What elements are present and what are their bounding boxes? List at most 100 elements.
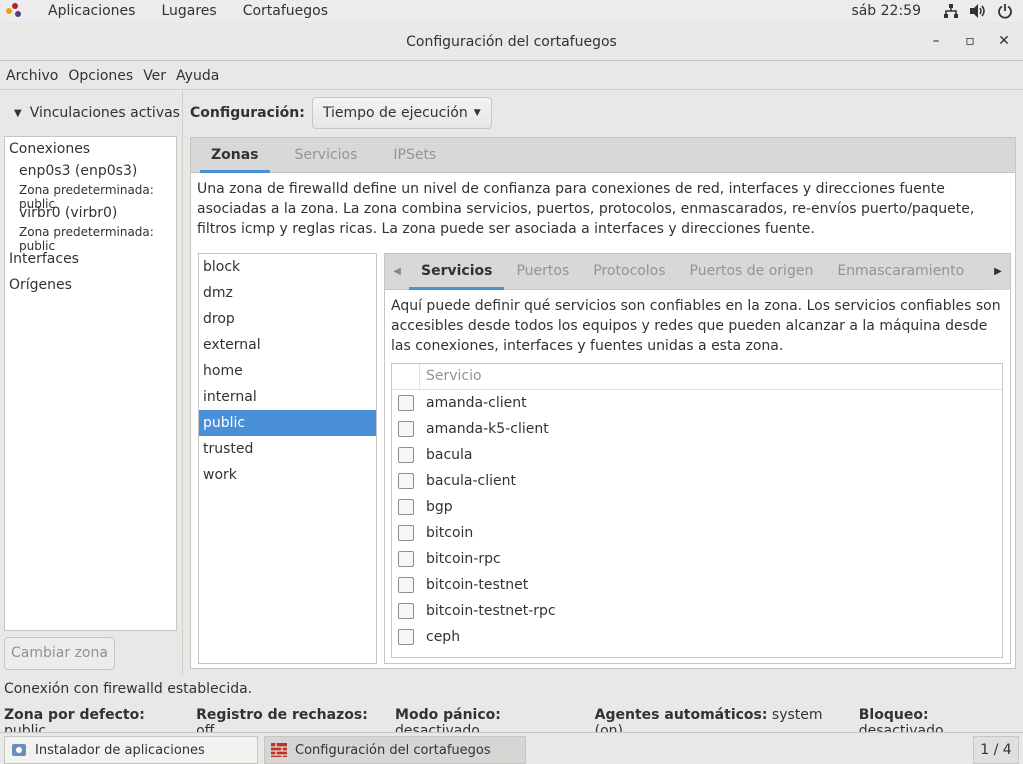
- service-row[interactable]: bitcoin-testnet: [392, 572, 1002, 598]
- interfaces-header[interactable]: Interfaces: [5, 247, 176, 273]
- helpers-label: Agentes automáticos:: [594, 707, 768, 723]
- lockdown-label: Bloqueo:: [858, 707, 929, 723]
- service-row[interactable]: bitcoin: [392, 520, 1002, 546]
- maximize-button[interactable]: ▫: [955, 22, 985, 61]
- zone-settings-tabs: ◀ Servicios Puertos Protocolos Puertos d…: [385, 254, 1010, 290]
- zone-item-selected[interactable]: public: [199, 410, 376, 436]
- zones-pane: Una zona de firewalld define un nivel de…: [190, 173, 1016, 669]
- menu-ver[interactable]: Ver: [143, 68, 166, 84]
- taskbar-item-installer[interactable]: Instalador de aplicaciones: [4, 736, 258, 764]
- connection-name: virbr0 (virbr0): [19, 205, 118, 221]
- tab-zone-puertos[interactable]: Puertos: [504, 254, 581, 290]
- service-checkbox[interactable]: [398, 421, 414, 437]
- apps-icon[interactable]: [6, 3, 22, 19]
- tab-zone-protocolos[interactable]: Protocolos: [581, 254, 677, 290]
- active-bindings-label: Vinculaciones activas: [29, 105, 180, 121]
- connection-item[interactable]: virbr0 (virbr0) Zona predeterminada: pub…: [5, 205, 176, 253]
- service-checkbox[interactable]: [398, 603, 414, 619]
- menu-opciones[interactable]: Opciones: [68, 68, 133, 84]
- configuration-dropdown[interactable]: Tiempo de ejecución ▼: [311, 97, 492, 129]
- service-name: bitcoin: [426, 525, 474, 541]
- active-bindings-toggle[interactable]: ▼ Vinculaciones activas: [0, 91, 182, 135]
- service-row[interactable]: ceph: [392, 624, 1002, 650]
- menu-ayuda[interactable]: Ayuda: [176, 68, 219, 84]
- connection-item[interactable]: enp0s3 (enp0s3) Zona predeterminada: pub…: [5, 163, 176, 211]
- close-button[interactable]: ✕: [989, 22, 1019, 61]
- tab-zone-puertos-origen[interactable]: Puertos de origen: [678, 254, 826, 290]
- service-row[interactable]: bgp: [392, 494, 1002, 520]
- taskbar: Instalador de aplicaciones Configuración…: [0, 732, 1023, 764]
- zone-item[interactable]: internal: [199, 384, 376, 410]
- tab-zone-servicios[interactable]: Servicios: [409, 254, 505, 290]
- service-row[interactable]: bacula-client: [392, 468, 1002, 494]
- zone-item[interactable]: work: [199, 462, 376, 488]
- zone-item[interactable]: drop: [199, 306, 376, 332]
- service-checkbox[interactable]: [398, 551, 414, 567]
- window-titlebar[interactable]: Configuración del cortafuegos – ▫ ✕: [0, 22, 1023, 61]
- connections-header[interactable]: Conexiones: [5, 137, 176, 163]
- column-header-servicio[interactable]: Servicio: [420, 364, 482, 389]
- change-zone-button[interactable]: Cambiar zona: [4, 637, 115, 670]
- service-name: ceph: [426, 629, 461, 645]
- configuration-value: Tiempo de ejecución: [322, 105, 468, 121]
- services-table-header: Servicio: [392, 364, 1002, 390]
- zone-item[interactable]: block: [199, 254, 376, 280]
- services-description: Aquí puede definir qué servicios son con…: [391, 298, 1001, 354]
- volume-icon[interactable]: [969, 3, 987, 19]
- applications-menu[interactable]: Aplicaciones: [48, 3, 135, 19]
- chevron-down-icon: ▼: [14, 107, 22, 119]
- power-icon[interactable]: [997, 3, 1013, 19]
- services-table[interactable]: Servicio amanda-client amanda-k5-client …: [391, 363, 1003, 658]
- active-bindings-panel: ▼ Vinculaciones activas Conexiones enp0s…: [0, 91, 183, 675]
- zone-item[interactable]: home: [199, 358, 376, 384]
- service-row[interactable]: amanda-client: [392, 390, 1002, 416]
- menu-bar: Archivo Opciones Ver Ayuda: [0, 62, 1023, 90]
- connection-zone: Zona predeterminada: public: [19, 225, 154, 253]
- zone-item[interactable]: dmz: [199, 280, 376, 306]
- service-name: bgp: [426, 499, 453, 515]
- network-icon[interactable]: [943, 3, 959, 19]
- zone-item[interactable]: external: [199, 332, 376, 358]
- scroll-left-icon[interactable]: ◀: [385, 266, 409, 277]
- service-checkbox[interactable]: [398, 473, 414, 489]
- menu-archivo[interactable]: Archivo: [6, 68, 58, 84]
- tab-zonas[interactable]: Zonas: [195, 138, 275, 173]
- zone-item[interactable]: trusted: [199, 436, 376, 462]
- service-row[interactable]: amanda-k5-client: [392, 416, 1002, 442]
- scroll-right-icon[interactable]: ▶: [986, 254, 1010, 290]
- service-name: amanda-k5-client: [426, 421, 549, 437]
- service-name: bitcoin-testnet-rpc: [426, 603, 556, 619]
- service-checkbox[interactable]: [398, 395, 414, 411]
- service-checkbox[interactable]: [398, 499, 414, 515]
- service-row[interactable]: bitcoin-testnet-rpc: [392, 598, 1002, 624]
- service-row[interactable]: bacula: [392, 442, 1002, 468]
- places-menu[interactable]: Lugares: [161, 3, 216, 19]
- service-checkbox[interactable]: [398, 577, 414, 593]
- caret-down-icon: ▼: [473, 108, 481, 118]
- tab-zone-enmascaramiento[interactable]: Enmascaramiento: [825, 254, 976, 290]
- current-app-menu[interactable]: Cortafuegos: [243, 3, 328, 19]
- sources-header[interactable]: Orígenes: [5, 273, 176, 299]
- service-checkbox[interactable]: [398, 629, 414, 645]
- default-zone-label: Zona por defecto:: [4, 707, 145, 723]
- configuration-label: Configuración:: [190, 105, 305, 121]
- software-installer-icon: [12, 744, 26, 756]
- service-checkbox[interactable]: [398, 525, 414, 541]
- taskbar-item-label: Configuración del cortafuegos: [295, 742, 491, 758]
- taskbar-item-label: Instalador de aplicaciones: [35, 742, 205, 758]
- connection-name: enp0s3 (enp0s3): [19, 163, 138, 179]
- service-name: amanda-client: [426, 395, 527, 411]
- window-title: Configuración del cortafuegos: [406, 34, 617, 50]
- workspace-pager[interactable]: 1 / 4: [973, 736, 1019, 764]
- service-name: bacula-client: [426, 473, 517, 489]
- zone-description: Una zona de firewalld define un nivel de…: [197, 181, 975, 237]
- tab-servicios[interactable]: Servicios: [279, 138, 374, 173]
- zone-list[interactable]: block dmz drop external home internal pu…: [198, 253, 377, 664]
- clock[interactable]: sáb 22:59: [851, 3, 921, 19]
- connection-status: Conexión con firewalld establecida.: [4, 681, 253, 697]
- service-checkbox[interactable]: [398, 447, 414, 463]
- tab-ipsets[interactable]: IPSets: [377, 138, 452, 173]
- taskbar-item-firewall[interactable]: Configuración del cortafuegos: [264, 736, 526, 764]
- minimize-button[interactable]: –: [921, 22, 951, 61]
- service-row[interactable]: bitcoin-rpc: [392, 546, 1002, 572]
